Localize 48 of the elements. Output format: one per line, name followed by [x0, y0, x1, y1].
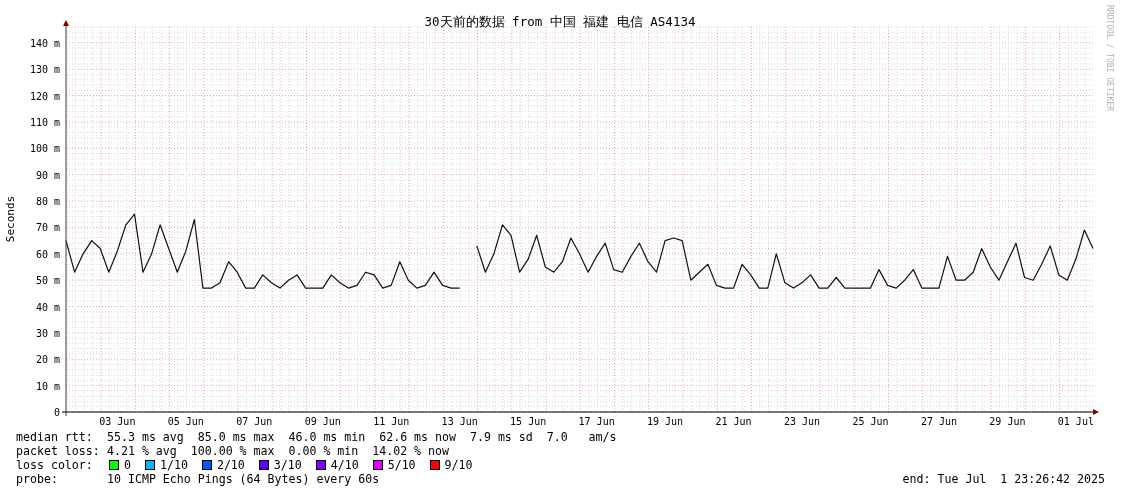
axis-title: Seconds — [4, 195, 17, 243]
tick-label: 80 m — [35, 196, 60, 208]
tick-label: 0 — [53, 407, 60, 418]
tick-label: 70 m — [35, 222, 60, 234]
tick-label: 25 Jun — [852, 416, 889, 427]
tick-label: 120 m — [29, 90, 60, 102]
stat-label: median rtt: — [16, 430, 94, 444]
tick-label: 110 m — [29, 116, 60, 128]
tick-label: 21 Jun — [715, 416, 752, 427]
tick-label: 17 Jun — [578, 416, 615, 427]
tick-label: 140 m — [29, 37, 60, 49]
stat-value: 55.3 ms avg 85.0 ms max 46.0 ms min 62.6 ms now 7.9 ms sd 7.0 am/s — [107, 430, 617, 444]
tick-label: 23 Jun — [783, 416, 821, 427]
tick-label: 15 Jun — [510, 416, 547, 427]
stat-label: packet loss: — [16, 444, 101, 458]
tick-label: 19 Jun — [647, 416, 684, 427]
tick-label: 100 m — [29, 143, 60, 155]
tick-label: 90 m — [35, 169, 60, 181]
legend-text: 3/10 — [273, 458, 302, 472]
legend-text: 2/10 — [216, 458, 245, 472]
probe-value: 10 ICMP Echo Pings (64 Bytes) every 60s — [107, 472, 380, 486]
tick-label: 03 Jun — [99, 416, 136, 427]
legend-text: 5/10 — [387, 458, 416, 472]
legend-text: 4/10 — [330, 458, 359, 472]
tick-label: 30 m — [35, 327, 60, 339]
chart-credit: RRDTOOL / TOBI OETIKER — [1105, 5, 1114, 111]
tick-label: 27 Jun — [920, 416, 957, 427]
probe-label: probe: — [16, 472, 59, 486]
tick-label: 11 Jun — [373, 416, 410, 427]
legend-text: 9/10 — [444, 458, 473, 472]
tick-label: 130 m — [29, 64, 60, 76]
chart-title: 30天前的数据 from 中国 福建 电信 AS4134 — [424, 14, 696, 29]
stat-value: 4.21 % avg 100.00 % max 0.00 % min 14.02 % now — [107, 444, 450, 458]
tick-label: 10 m — [35, 380, 60, 392]
tick-label: 07 Jun — [236, 416, 273, 427]
legend-label: loss color: — [16, 458, 94, 472]
legend-text: 0 — [124, 458, 131, 472]
tick-label: 40 m — [35, 301, 60, 313]
tick-label: 60 m — [35, 248, 60, 260]
end-time: end: Tue Jul 1 23:26:42 2025 — [902, 472, 1105, 486]
tick-label: 20 m — [35, 354, 60, 366]
tick-label: 09 Jun — [304, 416, 341, 427]
legend-text: 1/10 — [160, 458, 188, 472]
tick-label: 05 Jun — [167, 416, 204, 427]
tick-label: 01 Jul — [1057, 416, 1094, 427]
tick-label: 50 m — [35, 275, 60, 287]
tick-label: 13 Jun — [441, 416, 478, 427]
tick-label: 29 Jun — [989, 416, 1026, 427]
